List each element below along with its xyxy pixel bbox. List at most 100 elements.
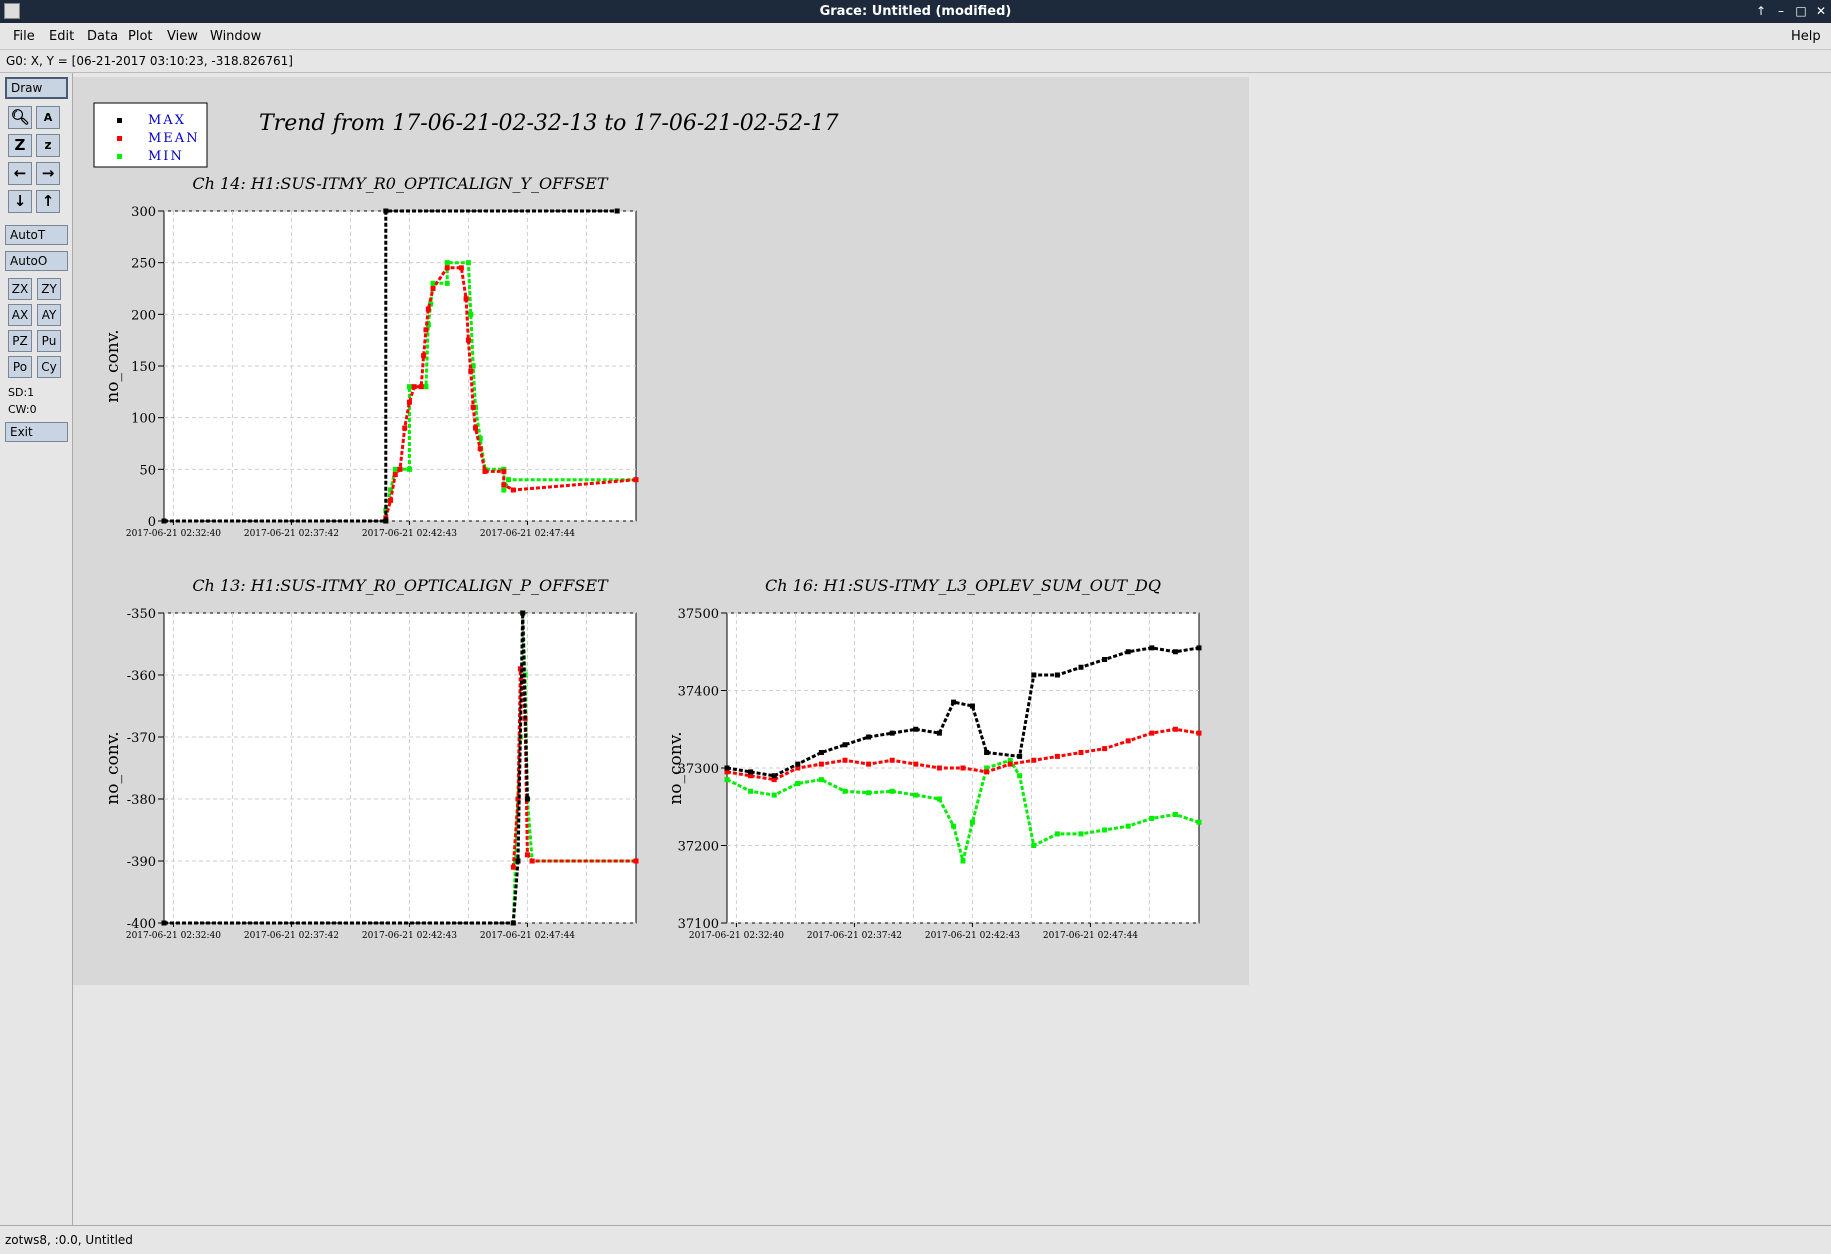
- maximize-icon[interactable]: □: [1793, 3, 1809, 19]
- x-tick-label: 2017-06-21 02:32:40: [126, 931, 221, 941]
- autoscale-icon[interactable]: A: [36, 106, 60, 129]
- coordinate-text: G0: X, Y = [06-21-2017 03:10:23, -318.82…: [6, 54, 293, 68]
- chart-y-offset[interactable]: Ch 14: H1:SUS-ITMY_R0_OPTICALIGN_Y_OFFSE…: [103, 174, 639, 539]
- data-point-mean: [524, 852, 530, 858]
- exit-button[interactable]: Exit: [5, 422, 68, 442]
- zx-button[interactable]: ZX: [8, 278, 32, 300]
- arrow-down-icon[interactable]: ↓: [8, 190, 32, 213]
- menu-plot[interactable]: Plot: [128, 29, 153, 44]
- data-point-min: [423, 384, 429, 390]
- arrow-up-icon[interactable]: ↑: [36, 190, 60, 213]
- data-point-mean: [402, 425, 408, 431]
- y-tick-label: 37500: [678, 607, 719, 622]
- y-tick-label: 50: [139, 463, 156, 478]
- cy-button[interactable]: Cy: [37, 356, 61, 378]
- y-tick-label: 150: [131, 360, 156, 375]
- data-point-min: [969, 819, 975, 825]
- menu-edit[interactable]: Edit: [49, 29, 74, 44]
- status-bar: zotws8, :0.0, Untitled: [0, 1225, 1831, 1254]
- x-tick-label: 2017-06-21 02:42:43: [925, 931, 1020, 941]
- close-icon[interactable]: ✕: [1813, 3, 1829, 19]
- data-point-min: [406, 384, 412, 390]
- data-point-mean: [392, 472, 398, 477]
- legend[interactable]: MAX MEAN MIN: [93, 102, 208, 168]
- plot-canvas[interactable]: MAX MEAN MIN Trend from 17-06-21-02-32-13 …: [73, 77, 1249, 985]
- zy-button[interactable]: ZY: [37, 278, 61, 300]
- data-point-mean: [430, 286, 436, 291]
- plots-svg[interactable]: MAX MEAN MIN Trend from 17-06-21-02-32-13 …: [73, 77, 1249, 985]
- chart-p-offset[interactable]: Ch 13: H1:SUS-ITMY_R0_OPTICALIGN_P_OFFSE…: [103, 576, 639, 941]
- data-point-mean: [458, 265, 464, 271]
- data-point-mean: [866, 761, 872, 767]
- minimize-icon[interactable]: –: [1773, 3, 1789, 19]
- menu-help[interactable]: Help: [1791, 29, 1821, 44]
- window-title: Grace: Untitled (modified): [819, 4, 1012, 19]
- data-point-max: [866, 734, 872, 740]
- arrow-right-icon[interactable]: →: [36, 162, 60, 185]
- arrow-left-icon[interactable]: ←: [8, 162, 32, 185]
- data-point-mean: [444, 265, 450, 271]
- data-point-max: [1196, 645, 1202, 651]
- cw-label: CW:0: [8, 403, 37, 416]
- autot-button[interactable]: AutoT: [5, 225, 68, 245]
- zoom-in-icon[interactable]: Z: [8, 134, 32, 157]
- y-axis-label: no_conv.: [103, 329, 123, 402]
- pu-button[interactable]: Pu: [37, 330, 61, 352]
- data-point-mean: [1125, 738, 1131, 744]
- legend-marker-min: [117, 154, 122, 159]
- zoom-out-icon[interactable]: z: [36, 134, 60, 157]
- data-point-min: [889, 788, 895, 794]
- data-point-max: [951, 699, 957, 705]
- data-point-min: [501, 487, 507, 493]
- plot-area[interactable]: [163, 612, 637, 924]
- menu-view[interactable]: View: [167, 29, 198, 44]
- y-tick-label: -350: [127, 607, 156, 622]
- data-point-min: [1078, 831, 1084, 837]
- data-point-mean: [633, 477, 639, 483]
- data-point-max: [1102, 657, 1108, 662]
- menu-file[interactable]: File: [13, 29, 35, 44]
- menu-window[interactable]: Window: [210, 29, 261, 44]
- data-point-mean: [936, 765, 942, 771]
- data-point-max: [1031, 672, 1037, 678]
- data-point-max: [842, 742, 848, 748]
- data-point-max: [1149, 645, 1155, 651]
- pz-button[interactable]: PZ: [8, 330, 32, 352]
- chart-title: Ch 14: H1:SUS-ITMY_R0_OPTICALIGN_Y_OFFSE…: [192, 174, 608, 193]
- po-button[interactable]: Po: [8, 356, 32, 378]
- draw-button[interactable]: Draw: [5, 77, 68, 99]
- y-tick-label: -370: [127, 731, 156, 746]
- ay-button[interactable]: AY: [37, 304, 61, 326]
- page-title: Trend from 17-06-21-02-32-13 to 17-06-21…: [259, 111, 839, 136]
- zoom-icon[interactable]: 🔍︎: [8, 106, 32, 129]
- data-point-mean: [818, 761, 824, 767]
- ax-button[interactable]: AX: [8, 304, 32, 326]
- data-point-mean: [397, 466, 403, 472]
- data-point-mean: [889, 757, 895, 763]
- data-point-min: [1196, 819, 1202, 825]
- menu-data[interactable]: Data: [87, 29, 118, 44]
- data-point-min: [1172, 812, 1178, 817]
- data-point-mean: [529, 858, 535, 864]
- data-point-mean: [1031, 757, 1037, 763]
- data-point-min: [913, 792, 919, 798]
- raise-icon[interactable]: ↑: [1753, 3, 1769, 19]
- data-point-mean: [1172, 726, 1178, 732]
- chart-oplev-sum[interactable]: Ch 16: H1:SUS-ITMY_L3_OPLEV_SUM_OUT_DQno…: [666, 576, 1202, 941]
- x-tick-label: 2017-06-21 02:42:43: [362, 529, 457, 539]
- data-point-mean: [1102, 746, 1108, 752]
- data-point-mean: [1196, 730, 1202, 736]
- y-tick-label: -390: [127, 855, 156, 870]
- legend-label-max: MAX: [148, 113, 186, 128]
- data-point-min: [444, 280, 450, 286]
- data-point-max: [515, 858, 521, 864]
- y-tick-label: 37400: [678, 685, 719, 700]
- data-point-max: [795, 761, 801, 767]
- y-tick-label: 37300: [678, 762, 719, 777]
- data-point-max: [614, 208, 620, 214]
- autoo-button[interactable]: AutoO: [5, 251, 68, 271]
- data-point-mean: [510, 487, 516, 493]
- data-point-mean: [406, 399, 412, 405]
- x-tick-label: 2017-06-21 02:32:40: [689, 931, 784, 941]
- data-point-min: [842, 788, 848, 794]
